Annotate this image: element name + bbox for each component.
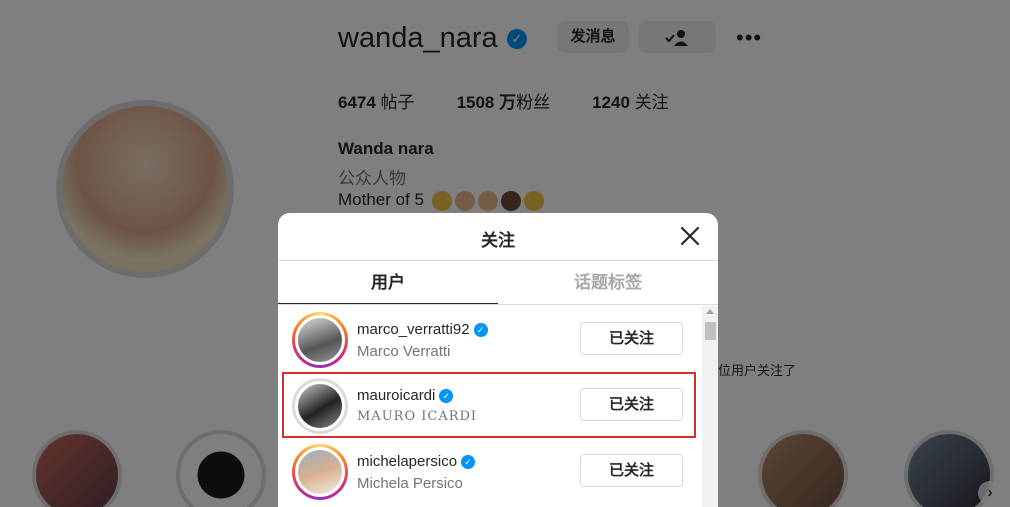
- following-button[interactable]: 已关注: [580, 388, 683, 421]
- list-item-username[interactable]: mauroicardi ✓: [357, 387, 454, 404]
- tab-users[interactable]: 用户: [278, 261, 498, 304]
- list-item-fullname: MAURO ICARDI: [357, 409, 478, 424]
- list-item[interactable]: marco_verratti92 ✓ Marco Verratti 已关注: [278, 306, 702, 372]
- modal-tabs: 用户 话题标签: [278, 261, 718, 305]
- list-item[interactable]: michelapersico ✓ Michela Persico 已关注: [278, 438, 702, 504]
- following-button[interactable]: 已关注: [580, 454, 683, 487]
- list-item[interactable]: mauroicardi ✓ MAURO ICARDI 已关注: [282, 372, 696, 438]
- list-item-fullname: Michela Persico: [357, 475, 463, 492]
- verified-badge-icon: ✓: [461, 455, 476, 469]
- modal-title: 关注: [481, 231, 515, 250]
- close-icon[interactable]: [678, 224, 702, 248]
- scrollbar-thumb[interactable]: [705, 322, 716, 340]
- verified-badge-icon: ✓: [439, 389, 454, 403]
- scroll-up-arrow-icon[interactable]: [706, 309, 714, 314]
- verified-badge-icon: ✓: [473, 323, 488, 337]
- avatar[interactable]: [292, 312, 348, 368]
- list-item-username[interactable]: marco_verratti92 ✓: [357, 321, 488, 338]
- tab-hashtags[interactable]: 话题标签: [498, 261, 718, 304]
- list-item-fullname: Marco Verratti: [357, 343, 451, 360]
- following-modal: 关注 用户 话题标签 marco_verratti92 ✓ Marco Verra…: [278, 213, 718, 507]
- list-item-username[interactable]: michelapersico ✓: [357, 453, 476, 470]
- following-button[interactable]: 已关注: [580, 322, 683, 355]
- avatar[interactable]: [292, 378, 348, 434]
- following-list: marco_verratti92 ✓ Marco Verratti 已关注 mau…: [278, 306, 702, 504]
- scrollbar[interactable]: [702, 306, 718, 507]
- modal-header: 关注: [278, 213, 718, 261]
- avatar[interactable]: [292, 444, 348, 500]
